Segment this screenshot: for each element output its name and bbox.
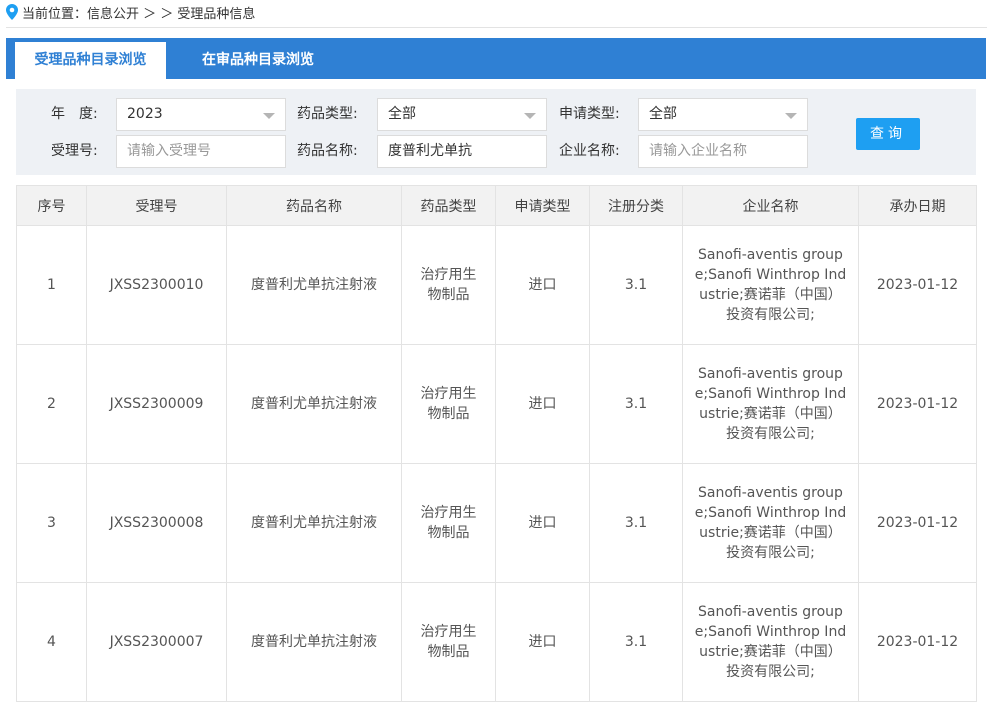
- cell-apply-type: 进口: [495, 582, 590, 702]
- cell-date: 2023-01-12: [858, 225, 977, 345]
- cell-company: Sanofi-aventis groupe;Sanofi Winthrop In…: [682, 463, 859, 583]
- cell-drug-name: 度普利尤单抗注射液: [226, 344, 402, 464]
- location-pin-icon: [6, 4, 18, 20]
- cell-accept-no: JXSS2300010: [86, 225, 227, 345]
- drug-type-select[interactable]: 全部: [377, 98, 547, 131]
- header-company: 企业名称: [682, 185, 859, 226]
- table-header-row: 序号 受理号 药品名称 药品类型 申请类型 注册分类 企业名称 承办日期: [16, 185, 977, 226]
- cell-date: 2023-01-12: [858, 463, 977, 583]
- year-value: 2023: [127, 106, 163, 122]
- table-row: 2 JXSS2300009 度普利尤单抗注射液 治疗用生物制品 进口 3.1 S…: [16, 344, 977, 464]
- tab-accepted-catalog[interactable]: 受理品种目录浏览: [15, 42, 166, 79]
- header-drug-name: 药品名称: [226, 185, 402, 226]
- cell-drug-type: 治疗用生物制品: [401, 582, 496, 702]
- cell-no: 3: [16, 463, 87, 583]
- cell-no: 4: [16, 582, 87, 702]
- chevron-down-icon: [524, 113, 536, 119]
- header-reg-class: 注册分类: [589, 185, 683, 226]
- company-label: 企业名称:: [559, 143, 620, 159]
- cell-reg-class: 3.1: [589, 582, 683, 702]
- cell-reg-class: 3.1: [589, 344, 683, 464]
- drug-type-value: 全部: [388, 106, 416, 122]
- apply-type-select[interactable]: 全部: [638, 98, 808, 131]
- company-input[interactable]: 请输入企业名称: [638, 135, 808, 168]
- cell-drug-type: 治疗用生物制品: [401, 225, 496, 345]
- cell-drug-name: 度普利尤单抗注射液: [226, 225, 402, 345]
- drug-name-input[interactable]: 度普利尤单抗: [377, 135, 547, 168]
- header-no: 序号: [16, 185, 87, 226]
- breadcrumb: 当前位置：信息公开 ＞ ＞ 受理品种信息: [6, 0, 255, 24]
- cell-accept-no: JXSS2300007: [86, 582, 227, 702]
- accept-no-input[interactable]: 请输入受理号: [116, 135, 286, 168]
- drug-type-label: 药品类型:: [297, 106, 358, 122]
- breadcrumb-text: 当前位置：信息公开 ＞ ＞ 受理品种信息: [22, 6, 256, 22]
- cell-accept-no: JXSS2300009: [86, 344, 227, 464]
- drug-name-label: 药品名称:: [297, 143, 358, 159]
- cell-apply-type: 进口: [495, 344, 590, 464]
- filter-panel: 年 度: 2023 药品类型: 全部 申请类型: 全部 受理号: 请输入受理号 …: [16, 89, 976, 175]
- cell-drug-type: 治疗用生物制品: [401, 463, 496, 583]
- cell-no: 2: [16, 344, 87, 464]
- table-row: 3 JXSS2300008 度普利尤单抗注射液 治疗用生物制品 进口 3.1 S…: [16, 463, 977, 583]
- cell-drug-name: 度普利尤单抗注射液: [226, 463, 402, 583]
- cell-drug-type: 治疗用生物制品: [401, 344, 496, 464]
- cell-apply-type: 进口: [495, 463, 590, 583]
- accept-no-label: 受理号:: [51, 143, 98, 159]
- cell-company: Sanofi-aventis groupe;Sanofi Winthrop In…: [682, 582, 859, 702]
- table-row: 1 JXSS2300010 度普利尤单抗注射液 治疗用生物制品 进口 3.1 S…: [16, 225, 977, 345]
- results-table: 序号 受理号 药品名称 药品类型 申请类型 注册分类 企业名称 承办日期 1 J…: [16, 185, 977, 702]
- cell-company: Sanofi-aventis groupe;Sanofi Winthrop In…: [682, 344, 859, 464]
- cell-accept-no: JXSS2300008: [86, 463, 227, 583]
- header-drug-type: 药品类型: [401, 185, 496, 226]
- apply-type-label: 申请类型:: [559, 106, 620, 122]
- year-label: 年 度:: [51, 106, 98, 122]
- chevron-down-icon: [263, 113, 275, 119]
- year-select[interactable]: 2023: [116, 98, 286, 131]
- query-button[interactable]: 查询: [856, 118, 920, 150]
- header-apply-type: 申请类型: [495, 185, 590, 226]
- cell-reg-class: 3.1: [589, 225, 683, 345]
- tab-under-review-catalog[interactable]: 在审品种目录浏览: [174, 42, 342, 79]
- chevron-down-icon: [785, 113, 797, 119]
- table-row: 4 JXSS2300007 度普利尤单抗注射液 治疗用生物制品 进口 3.1 S…: [16, 582, 977, 702]
- cell-no: 1: [16, 225, 87, 345]
- cell-drug-name: 度普利尤单抗注射液: [226, 582, 402, 702]
- cell-company: Sanofi-aventis groupe;Sanofi Winthrop In…: [682, 225, 859, 345]
- cell-apply-type: 进口: [495, 225, 590, 345]
- cell-date: 2023-01-12: [858, 582, 977, 702]
- header-accept-no: 受理号: [86, 185, 227, 226]
- cell-date: 2023-01-12: [858, 344, 977, 464]
- tab-bar: 受理品种目录浏览 在审品种目录浏览: [6, 38, 986, 79]
- header-date: 承办日期: [858, 185, 977, 226]
- apply-type-value: 全部: [649, 106, 677, 122]
- cell-reg-class: 3.1: [589, 463, 683, 583]
- divider: [6, 27, 987, 28]
